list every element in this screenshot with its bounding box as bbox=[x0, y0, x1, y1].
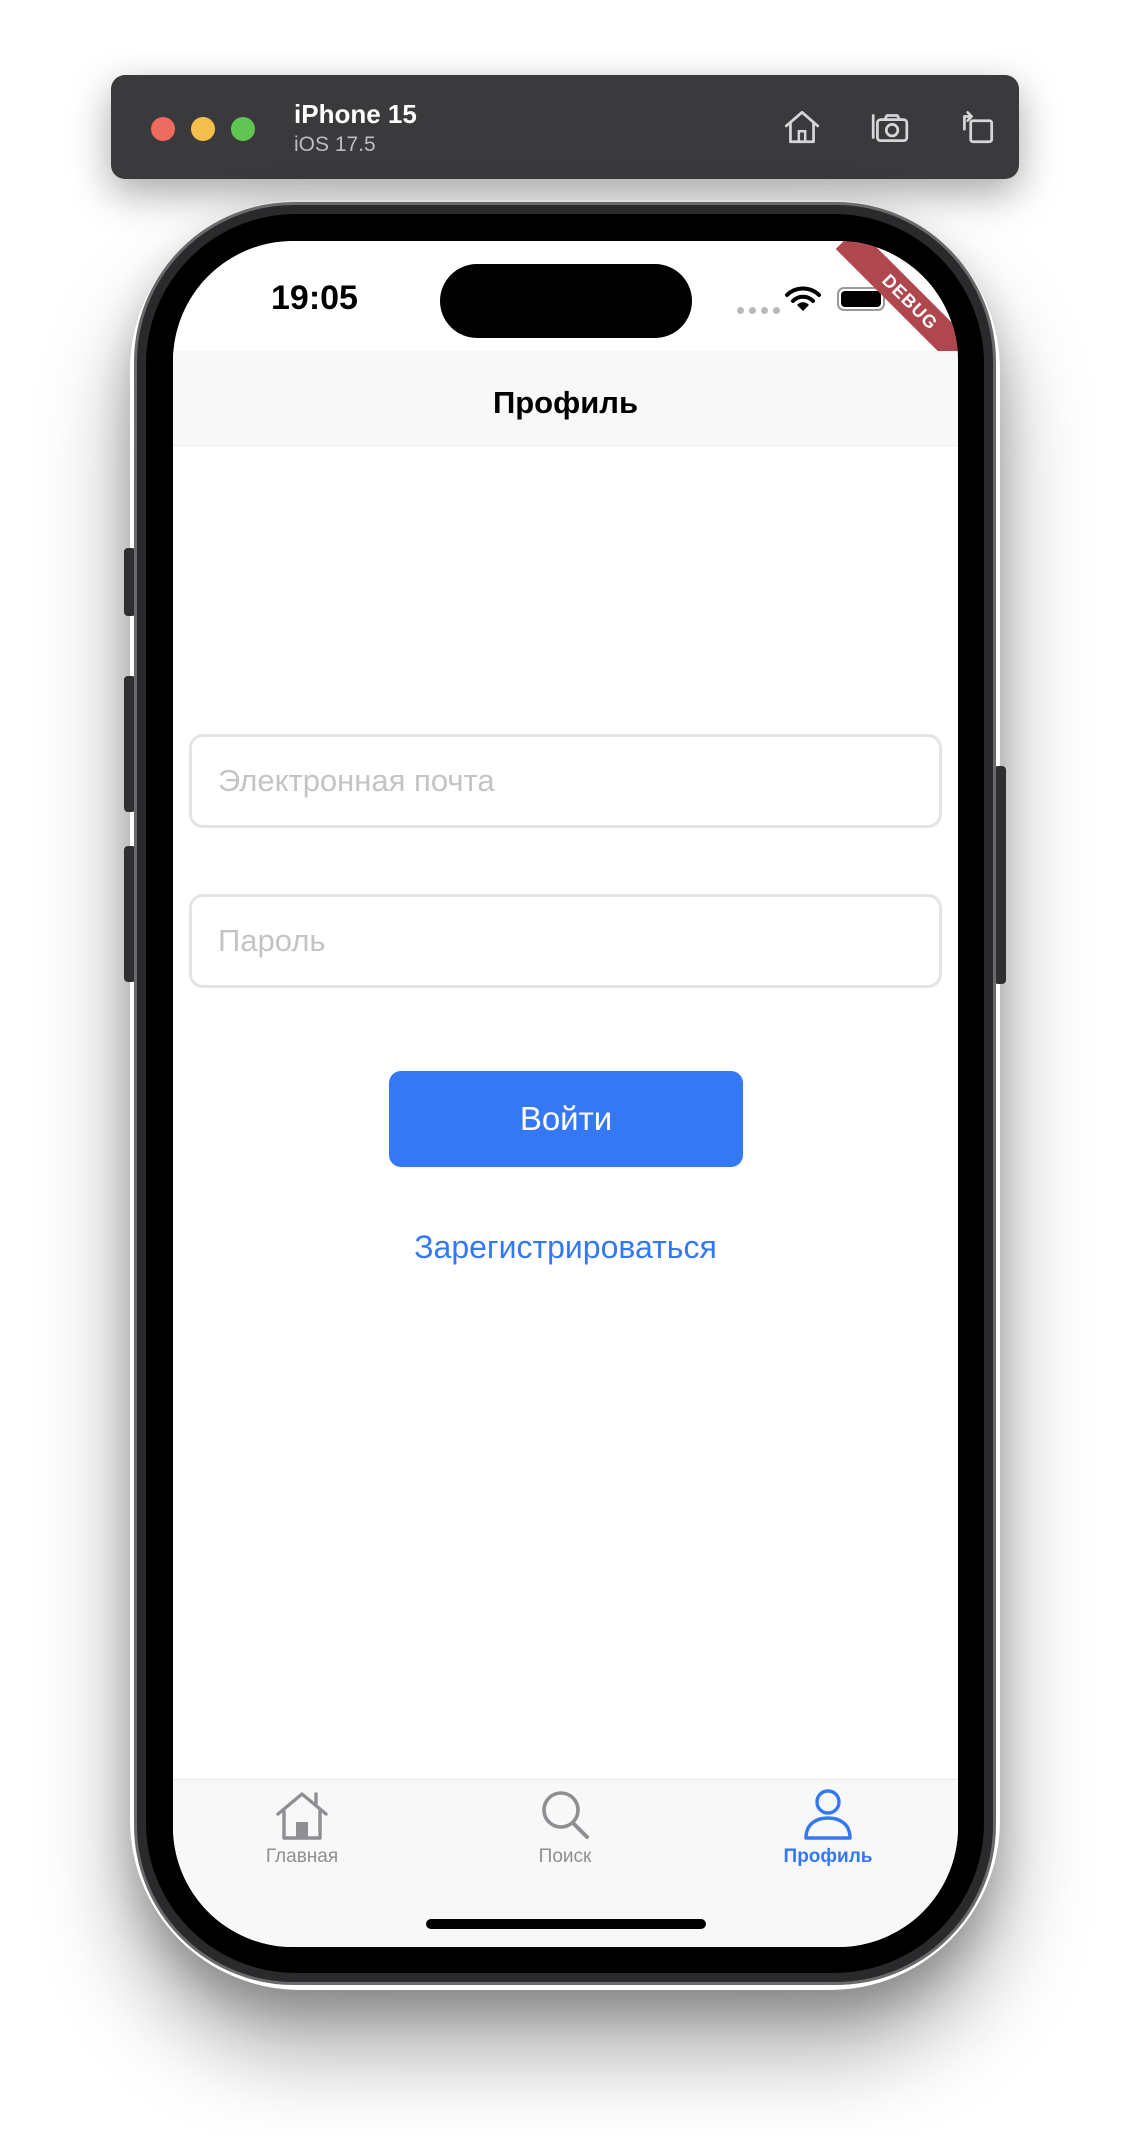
tab-home-label: Главная bbox=[265, 1846, 339, 1867]
simulator-toolbar: iPhone 15 iOS 17.5 bbox=[111, 75, 1019, 179]
navigation-bar: Профиль bbox=[173, 351, 958, 446]
page-title: Профиль bbox=[492, 385, 639, 420]
password-field[interactable] bbox=[192, 897, 939, 985]
email-field[interactable] bbox=[192, 737, 939, 825]
password-field-container bbox=[189, 894, 942, 988]
wifi-icon bbox=[785, 286, 821, 311]
os-version: iOS 17.5 bbox=[294, 133, 376, 156]
search-icon bbox=[542, 1791, 589, 1839]
home-button[interactable] bbox=[776, 101, 828, 153]
home-indicator bbox=[426, 1919, 706, 1929]
device-name: iPhone 15 bbox=[294, 99, 417, 129]
zoom-window-button[interactable] bbox=[231, 117, 255, 141]
camera-icon bbox=[871, 114, 909, 143]
status-time: 19:05 bbox=[271, 279, 358, 317]
tab-search-label: Поиск bbox=[538, 1846, 592, 1867]
person-icon bbox=[804, 1789, 852, 1840]
register-link[interactable]: Зарегистрироваться bbox=[173, 1229, 958, 1266]
home-icon bbox=[276, 1792, 328, 1840]
minimize-window-button[interactable] bbox=[191, 117, 215, 141]
rotate-button[interactable] bbox=[951, 101, 1003, 153]
dynamic-island bbox=[440, 264, 692, 338]
tab-profile-label: Профиль bbox=[783, 1846, 873, 1867]
login-button[interactable]: Войти bbox=[389, 1071, 743, 1167]
screenshot-button[interactable] bbox=[864, 101, 916, 153]
phone-screen: 19:05 DEBUG Профиль Войти Зарегистрирова… bbox=[173, 241, 958, 1947]
home-icon bbox=[784, 110, 820, 144]
tab-home[interactable]: Главная bbox=[202, 1786, 402, 1886]
email-field-container bbox=[189, 734, 942, 828]
rotate-icon bbox=[963, 111, 994, 144]
cellular-signal-icon bbox=[737, 307, 780, 314]
close-window-button[interactable] bbox=[151, 117, 175, 141]
tab-search[interactable]: Поиск bbox=[465, 1786, 665, 1886]
tab-profile[interactable]: Профиль bbox=[728, 1786, 928, 1886]
